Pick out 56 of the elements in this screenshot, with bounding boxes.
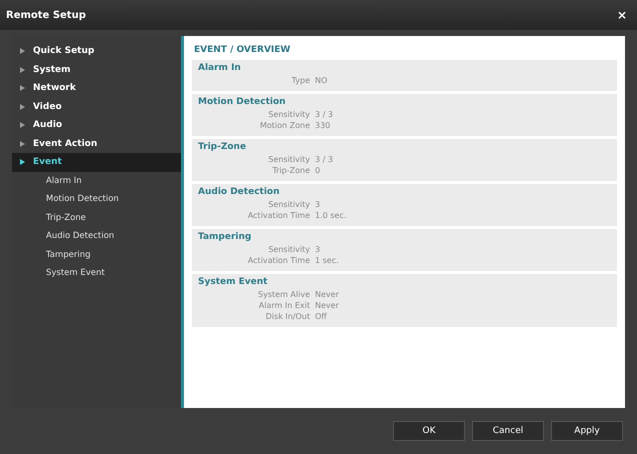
field-value: 3 [315,244,320,255]
field-label: Activation Time [246,255,310,266]
field-value: 3 / 3 [315,154,333,165]
sidebar-subitem[interactable]: System Event [12,264,181,282]
section-title: Alarm In [198,63,242,73]
dialog-button[interactable]: Cancel [472,421,544,441]
section-title: Trip-Zone [198,142,248,152]
close-button[interactable]: × [616,8,627,22]
sidebar-item[interactable]: Network [12,79,181,98]
field-label: Disk In/Out [264,311,310,322]
window-title: Remote Setup [6,10,86,20]
field-value: Never [315,289,339,300]
field-value: 330 [315,120,330,131]
section-title: Tampering [198,232,252,242]
field-value: 3 [315,199,320,210]
arrow-icon [20,66,25,73]
field-label: Alarm In Exit [258,300,310,311]
field-value: 3 / 3 [315,109,333,120]
sidebar-subitem[interactable]: Alarm In [12,172,181,190]
field-label: Type [290,75,310,86]
field-label: System Alive [257,289,310,300]
sidebar-subitem[interactable]: Motion Detection [12,190,181,208]
field-label: Trip-Zone [271,165,310,176]
field-value: Off [315,311,327,322]
section-title: Motion Detection [198,97,287,107]
sidebar-item[interactable]: Quick Setup [12,42,181,60]
field-label: Sensitivity [267,244,310,255]
field-label: Sensitivity [267,154,310,165]
arrow-icon [20,122,25,128]
field-value: Never [315,300,339,311]
sidebar-item[interactable]: Video [12,98,181,116]
sidebar-subitem[interactable]: Audio Detection [12,227,181,246]
field-label: Sensitivity [267,199,310,210]
sidebar-item[interactable]: Audio [12,116,181,134]
sidebar-subitem[interactable]: Tampering [12,246,181,264]
arrow-icon [20,48,25,54]
field-value: 1.0 sec. [315,210,346,221]
section-title: Audio Detection [198,187,281,197]
sidebar-item[interactable]: System [12,60,181,79]
sidebar-subitem[interactable]: Trip-Zone [12,208,181,227]
page-heading: EVENT / OVERVIEW [193,44,292,57]
sidebar-item[interactable]: Event [12,153,181,172]
field-value: NO [315,75,328,86]
field-value: 0 [315,165,320,176]
dialog-button[interactable]: Apply [551,421,623,441]
field-label: Activation Time [246,210,310,221]
field-label: Motion Zone [258,120,310,131]
arrow-icon [20,159,25,166]
arrow-icon [20,140,25,147]
arrow-icon [20,85,25,92]
dialog-button[interactable]: OK [393,421,465,441]
field-value: 1 sec. [315,255,339,266]
sidebar-item[interactable]: Event Action [12,134,181,153]
arrow-icon [20,104,25,110]
section-title: System Event [198,277,268,287]
field-label: Sensitivity [267,109,310,120]
